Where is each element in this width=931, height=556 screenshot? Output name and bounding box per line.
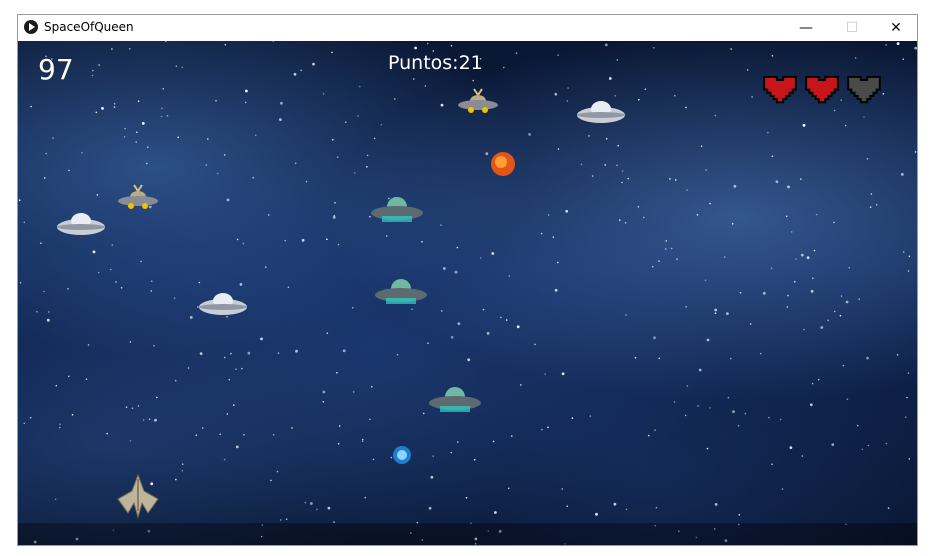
green-ufo [429, 387, 481, 412]
close-button[interactable]: ✕ [873, 15, 919, 41]
fireball [491, 152, 515, 176]
maximize-button[interactable]: ☐ [829, 15, 875, 41]
timer-display: 97 [38, 53, 74, 86]
alien-ufo [118, 184, 158, 209]
silver-ufo [577, 101, 625, 123]
silver-ufo [57, 213, 105, 235]
green-ufo [371, 197, 423, 222]
player-ship [117, 473, 159, 519]
alien-ufo [458, 88, 498, 113]
silver-ufo [199, 293, 247, 315]
title-bar: SpaceOfQueen — ☐ ✕ [18, 15, 917, 41]
game-window: SpaceOfQueen — ☐ ✕ 97 Puntos:21 [17, 14, 918, 546]
score-display: Puntos:21 [388, 52, 483, 74]
bottom-strip [18, 523, 917, 545]
game-canvas[interactable]: 97 Puntos:21 [18, 41, 917, 545]
heart-full-icon [763, 75, 797, 104]
app-play-icon [24, 20, 38, 34]
lives-hearts [761, 69, 883, 107]
green-ufo [375, 279, 427, 304]
minimize-button[interactable]: — [783, 15, 829, 41]
player-bullet [393, 446, 411, 464]
heart-empty-icon [847, 75, 881, 104]
heart-full-icon [805, 75, 839, 104]
window-title: SpaceOfQueen [44, 20, 134, 34]
